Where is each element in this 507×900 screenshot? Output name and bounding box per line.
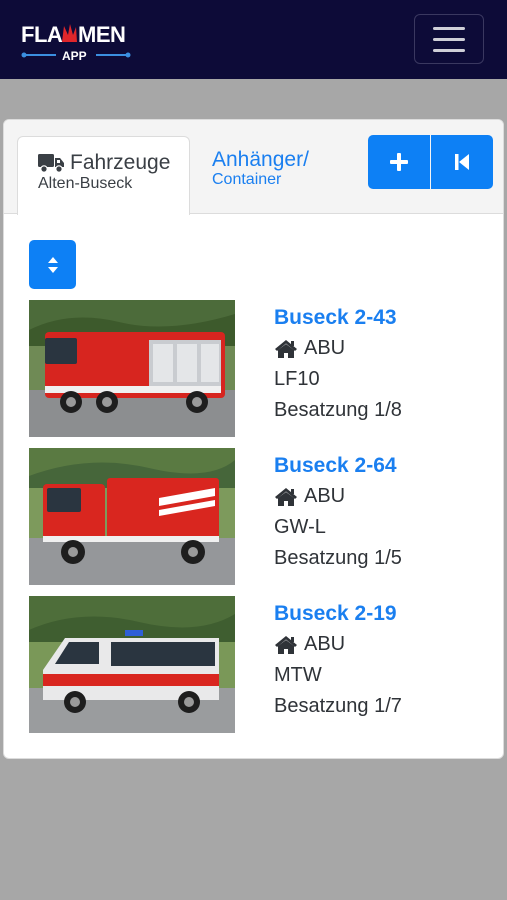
- vehicle-type: MTW: [274, 664, 322, 686]
- vehicle-list-item[interactable]: Buseck 2-19 ABU MTW Besatzung 1/7: [29, 596, 489, 733]
- vehicle-location: ABU: [274, 481, 402, 512]
- card-header: Fahrzeuge Alten-Buseck Anhänger/ Contain…: [4, 120, 503, 215]
- vehicle-list-item[interactable]: Buseck 2-43 ABU LF10 Besatzung 1/8: [29, 300, 489, 437]
- home-icon: [275, 487, 297, 506]
- tab-anhaenger-label: Anhänger/: [212, 148, 309, 171]
- menu-toggle-button[interactable]: [414, 14, 484, 64]
- vehicle-crew: Besatzung 1/5: [274, 547, 402, 569]
- vehicle-location: ABU: [274, 333, 402, 364]
- svg-text:MEN: MEN: [78, 22, 125, 47]
- vehicle-location: ABU: [274, 629, 402, 660]
- vehicle-name[interactable]: Buseck 2-19: [274, 598, 402, 629]
- vehicle-crew: Besatzung 1/8: [274, 399, 402, 421]
- tab-fahrzeuge[interactable]: Fahrzeuge Alten-Buseck: [17, 136, 190, 215]
- tab-anhaenger[interactable]: Anhänger/ Container: [212, 148, 309, 189]
- skip-back-icon: [455, 154, 469, 170]
- hamburger-icon-bar: [433, 37, 465, 41]
- vehicle-photo-gwl[interactable]: [29, 448, 235, 585]
- vehicle-type: LF10: [274, 368, 320, 390]
- sort-icon: [47, 256, 58, 273]
- tab-anhaenger-sublabel: Container: [212, 171, 282, 188]
- vehicle-list-item[interactable]: Buseck 2-64 ABU GW-L Besatzung 1/5: [29, 448, 489, 585]
- vehicle-card: Fahrzeuge Alten-Buseck Anhänger/ Contain…: [3, 119, 504, 759]
- vehicle-info: Buseck 2-43 ABU LF10 Besatzung 1/8: [274, 302, 402, 426]
- vehicle-type: GW-L: [274, 516, 326, 538]
- svg-text:FLA: FLA: [21, 22, 63, 47]
- hamburger-icon-bar: [433, 26, 465, 30]
- add-button[interactable]: [368, 135, 430, 189]
- home-icon: [275, 339, 297, 358]
- svg-text:APP: APP: [62, 49, 87, 63]
- tab-fahrzeuge-sublabel: Alten-Buseck: [38, 175, 133, 192]
- tab-fahrzeuge-label: Fahrzeuge: [70, 151, 171, 174]
- vehicle-location-label: ABU: [304, 485, 346, 507]
- vehicle-info: Buseck 2-19 ABU MTW Besatzung 1/7: [274, 598, 402, 722]
- vehicle-crew: Besatzung 1/7: [274, 695, 402, 717]
- vehicle-info: Buseck 2-64 ABU GW-L Besatzung 1/5: [274, 450, 402, 574]
- vehicle-name[interactable]: Buseck 2-43: [274, 302, 402, 333]
- home-icon: [275, 635, 297, 654]
- sort-button[interactable]: [29, 240, 76, 289]
- vehicle-photo-lf10[interactable]: [29, 300, 235, 437]
- plus-icon: [390, 153, 408, 171]
- truck-icon: [38, 154, 64, 173]
- vehicle-location-label: ABU: [304, 633, 346, 655]
- vehicle-location-label: ABU: [304, 337, 346, 359]
- vehicle-photo-mtw[interactable]: [29, 596, 235, 733]
- flammen-app-logo[interactable]: FLA MEN APP: [20, 18, 135, 64]
- skip-back-button[interactable]: [431, 135, 493, 189]
- vehicle-name[interactable]: Buseck 2-64: [274, 450, 402, 481]
- hamburger-icon-bar: [433, 48, 465, 52]
- navbar: FLA MEN APP: [0, 0, 507, 79]
